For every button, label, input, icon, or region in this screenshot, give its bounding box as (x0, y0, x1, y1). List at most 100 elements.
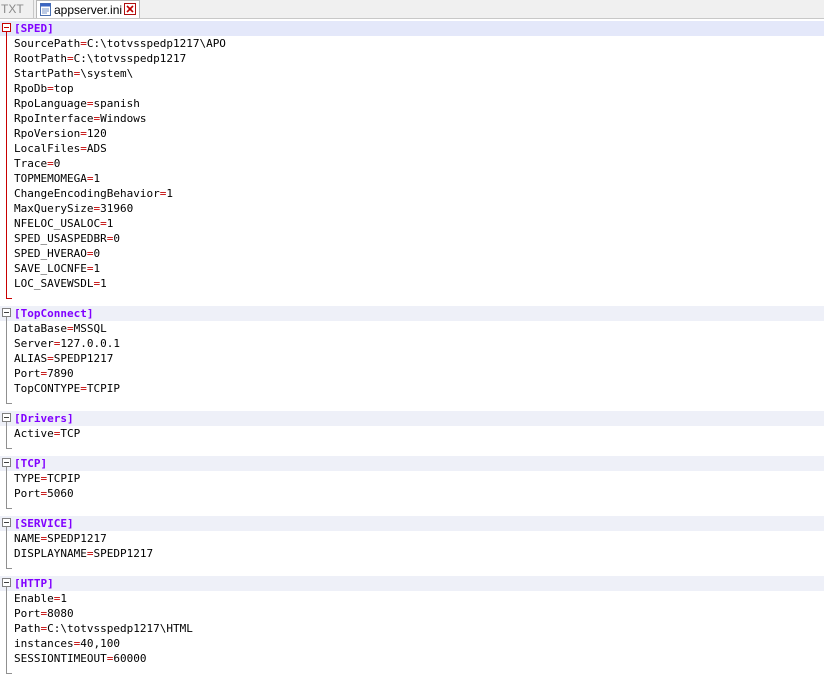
ini-entry-line[interactable]: TOPMEMOMEGA=1 (0, 171, 824, 186)
section-header[interactable]: [TopConnect] (0, 306, 824, 321)
ini-entry: SPED_HVERAO=0 (14, 246, 100, 261)
ini-entry: RpoDb=top (14, 81, 74, 96)
ini-entry: TopCONTYPE=TCPIP (14, 381, 120, 396)
equals-operator: = (47, 82, 54, 95)
section-header[interactable]: [SERVICE] (0, 516, 824, 531)
ini-entry-line[interactable]: StartPath=\system\ (0, 66, 824, 81)
close-icon[interactable] (124, 3, 136, 15)
ini-entry-line[interactable]: TopCONTYPE=TCPIP (0, 381, 824, 396)
text-editor[interactable]: [SPED] SourcePath=C:\totvsspedp1217\APO Ro… (0, 21, 824, 674)
ini-entry-line[interactable]: Server=127.0.0.1 (0, 336, 824, 351)
fold-minus-icon[interactable] (2, 308, 11, 317)
tab-txt[interactable]: TXT (0, 0, 34, 18)
ini-entry-line[interactable]: DISPLAYNAME=SPEDP1217 (0, 546, 824, 561)
equals-operator: = (66, 322, 74, 335)
ini-entry: NFELOC_USALOC=1 (14, 216, 113, 231)
ini-entry: SPED_USASPEDBR=0 (14, 231, 120, 246)
fold-end-marker (6, 568, 12, 569)
ini-entry-line[interactable]: RootPath=C:\totvsspedp1217 (0, 51, 824, 66)
fold-end-marker (6, 403, 12, 404)
section-header[interactable]: [SPED] (0, 21, 824, 36)
entry-value: spanish (93, 97, 140, 110)
fold-minus-icon[interactable] (2, 458, 11, 467)
ini-entry-line[interactable]: Port=5060 (0, 486, 824, 501)
ini-entry-line[interactable]: TYPE=TCPIP (0, 471, 824, 486)
ini-entry-line[interactable]: NFELOC_USALOC=1 (0, 216, 824, 231)
entry-key: DataBase (14, 322, 67, 335)
entry-key: Port (14, 607, 41, 620)
ini-entry-line[interactable]: SESSIONTIMEOUT=60000 (0, 651, 824, 666)
ini-entry-line[interactable]: instances=40,100 (0, 636, 824, 651)
ini-entry-line[interactable]: MaxQuerySize=31960 (0, 201, 824, 216)
entry-key: RpoLanguage (14, 97, 87, 110)
entry-key: ALIAS (14, 352, 48, 365)
ini-entry: LocalFiles=ADS (14, 141, 107, 156)
entry-value: SPEDP1217 (53, 352, 114, 365)
ini-entry: DataBase=MSSQL (14, 321, 107, 336)
entry-value: 1 (93, 172, 101, 185)
ini-entry-line[interactable]: Active=TCP (0, 426, 824, 441)
ini-entry-line[interactable]: RpoInterface=Windows (0, 111, 824, 126)
entry-value: SPEDP1217 (93, 547, 154, 560)
equals-operator: = (80, 142, 87, 155)
entry-value: 0 (53, 157, 61, 170)
ini-entry: instances=40,100 (14, 636, 120, 651)
section-header[interactable]: [HTTP] (0, 576, 824, 591)
ini-entry: SourcePath=C:\totvsspedp1217\APO (14, 36, 226, 51)
ini-entry-line[interactable]: Path=C:\totvsspedp1217\HTML (0, 621, 824, 636)
ini-entry-line[interactable]: ALIAS=SPEDP1217 (0, 351, 824, 366)
ini-entry-line[interactable]: LocalFiles=ADS (0, 141, 824, 156)
entry-key: Port (14, 487, 41, 500)
entry-key: RootPath (14, 52, 67, 65)
entry-key: DISPLAYNAME (14, 547, 87, 560)
equals-operator: = (66, 52, 74, 65)
ini-entry-line[interactable]: NAME=SPEDP1217 (0, 531, 824, 546)
entry-value: 1 (100, 277, 107, 290)
ini-entry: Trace=0 (14, 156, 60, 171)
entry-key: Path (14, 622, 41, 635)
ini-entry-line[interactable]: RpoLanguage=spanish (0, 96, 824, 111)
entry-key: SPED_USASPEDBR (14, 232, 107, 245)
ini-entry-line[interactable]: ChangeEncodingBehavior=1 (0, 186, 824, 201)
ini-entry-line[interactable]: RpoVersion=120 (0, 126, 824, 141)
ini-entry: Server=127.0.0.1 (14, 336, 120, 351)
entry-value: 5060 (47, 487, 74, 500)
entry-value: 0 (113, 232, 120, 245)
ini-entry: StartPath=\system\ (14, 66, 133, 81)
section-header[interactable]: [TCP] (0, 456, 824, 471)
fold-minus-icon[interactable] (2, 23, 11, 32)
ini-entry-line[interactable]: Port=7890 (0, 366, 824, 381)
ini-entry-line[interactable]: SAVE_LOCNFE=1 (0, 261, 824, 276)
ini-entry-line[interactable]: SourcePath=C:\totvsspedp1217\APO (0, 36, 824, 51)
ini-entry-line[interactable]: Trace=0 (0, 156, 824, 171)
entry-key: instances (14, 637, 74, 650)
entry-value: 60000 (113, 652, 147, 665)
ini-entry-line[interactable]: Port=8080 (0, 606, 824, 621)
ini-entry-line[interactable]: SPED_USASPEDBR=0 (0, 231, 824, 246)
ini-entry: ALIAS=SPEDP1217 (14, 351, 113, 366)
tab-appserver-ini[interactable]: appserver.ini (36, 0, 140, 18)
entry-key: TopCONTYPE (14, 382, 81, 395)
entry-value: 127.0.0.1 (60, 337, 120, 350)
ini-entry-line[interactable]: SPED_HVERAO=0 (0, 246, 824, 261)
fold-end-marker (6, 508, 12, 509)
ini-entry-line[interactable]: LOC_SAVEWSDL=1 (0, 276, 824, 291)
entry-value: TCP (60, 427, 81, 440)
ini-entry-line[interactable]: RpoDb=top (0, 81, 824, 96)
ini-entry: SAVE_LOCNFE=1 (14, 261, 100, 276)
ini-entry: NAME=SPEDP1217 (14, 531, 107, 546)
fold-minus-icon[interactable] (2, 518, 11, 527)
entry-key: SPED_HVERAO (14, 247, 87, 260)
ini-entry-line[interactable]: DataBase=MSSQL (0, 321, 824, 336)
section-name: [TopConnect] (14, 307, 94, 320)
ini-entry: RpoVersion=120 (14, 126, 107, 141)
tab-label: TXT (1, 2, 24, 16)
equals-operator: = (80, 37, 87, 50)
entry-key: TYPE (14, 472, 41, 485)
ini-entry-line[interactable]: Enable=1 (0, 591, 824, 606)
ini-entry: ChangeEncodingBehavior=1 (14, 186, 173, 201)
section-header[interactable]: [Drivers] (0, 411, 824, 426)
fold-minus-icon[interactable] (2, 578, 11, 587)
fold-minus-icon[interactable] (2, 413, 11, 422)
entry-value: C:\totvsspedp1217\HTML (47, 622, 193, 635)
